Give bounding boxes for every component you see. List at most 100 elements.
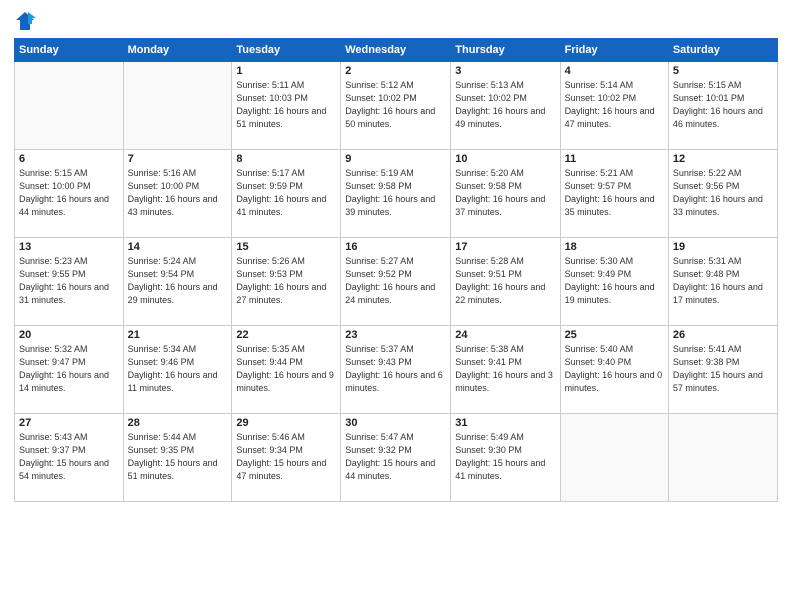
calendar-week-row: 20Sunrise: 5:32 AM Sunset: 9:47 PM Dayli… [15,326,778,414]
table-row: 31 Sunrise: 5:49 AM Sunset: 9:30 PM Dayli… [451,414,560,502]
calendar-header-row: Sunday Monday Tuesday Wednesday Thursday… [15,39,778,62]
day-info: Sunrise: 5:28 AM Sunset: 9:51 PM Dayligh… [455,255,555,307]
day-info: Sunrise: 5:47 AM Sunset: 9:32 PM Dayligh… [345,431,446,483]
table-row: 29 Sunrise: 5:46 AM Sunset: 9:34 PM Dayli… [232,414,341,502]
day-info: Sunrise: 5:49 AM Sunset: 9:30 PM Dayligh… [455,431,555,483]
day-info: Sunrise: 5:26 AM Sunset: 9:53 PM Dayligh… [236,255,336,307]
col-wednesday: Wednesday [341,39,451,62]
day-info: Sunrise: 5:37 AM Sunset: 9:43 PM Dayligh… [345,343,446,395]
table-row: 23 Sunrise: 5:37 AM Sunset: 9:43 PM Dayli… [341,326,451,414]
day-number: 16 [345,241,446,253]
day-number: 28 [128,417,228,429]
table-row: 27Sunrise: 5:43 AM Sunset: 9:37 PM Dayli… [15,414,124,502]
day-number: 4 [565,65,664,77]
table-row: 19 Sunrise: 5:31 AM Sunset: 9:48 PM Dayli… [668,238,777,326]
col-saturday: Saturday [668,39,777,62]
table-row: 1 Sunrise: 5:11 AM Sunset: 10:03 PM Dayli… [232,62,341,150]
table-row: 12 Sunrise: 5:22 AM Sunset: 9:56 PM Dayli… [668,150,777,238]
day-info: Sunrise: 5:30 AM Sunset: 9:49 PM Dayligh… [565,255,664,307]
table-row [123,62,232,150]
day-info: Sunrise: 5:15 AM Sunset: 10:01 PM Daylig… [673,79,773,131]
day-info: Sunrise: 5:20 AM Sunset: 9:58 PM Dayligh… [455,167,555,219]
table-row: 8 Sunrise: 5:17 AM Sunset: 9:59 PM Daylig… [232,150,341,238]
table-row: 10 Sunrise: 5:20 AM Sunset: 9:58 PM Dayli… [451,150,560,238]
day-number: 7 [128,153,228,165]
day-info: Sunrise: 5:27 AM Sunset: 9:52 PM Dayligh… [345,255,446,307]
day-number: 1 [236,65,336,77]
day-number: 5 [673,65,773,77]
table-row [560,414,668,502]
day-info: Sunrise: 5:38 AM Sunset: 9:41 PM Dayligh… [455,343,555,395]
day-info: Sunrise: 5:16 AM Sunset: 10:00 PM Daylig… [128,167,228,219]
day-info: Sunrise: 5:15 AM Sunset: 10:00 PM Daylig… [19,167,119,219]
day-number: 12 [673,153,773,165]
table-row: 25Sunrise: 5:40 AM Sunset: 9:40 PM Dayli… [560,326,668,414]
table-row: 17 Sunrise: 5:28 AM Sunset: 9:51 PM Dayli… [451,238,560,326]
day-info: Sunrise: 5:21 AM Sunset: 9:57 PM Dayligh… [565,167,664,219]
table-row: 30 Sunrise: 5:47 AM Sunset: 9:32 PM Dayli… [341,414,451,502]
day-info: Sunrise: 5:32 AM Sunset: 9:47 PM Dayligh… [19,343,119,395]
day-number: 3 [455,65,555,77]
day-info: Sunrise: 5:14 AM Sunset: 10:02 PM Daylig… [565,79,664,131]
day-number: 26 [673,329,773,341]
table-row: 5 Sunrise: 5:15 AM Sunset: 10:01 PM Dayli… [668,62,777,150]
day-info: Sunrise: 5:40 AM Sunset: 9:40 PM Dayligh… [565,343,664,395]
table-row: 11 Sunrise: 5:21 AM Sunset: 9:57 PM Dayli… [560,150,668,238]
day-number: 21 [128,329,228,341]
calendar-week-row: 13 Sunrise: 5:23 AM Sunset: 9:55 PM Dayli… [15,238,778,326]
table-row: 22 Sunrise: 5:35 AM Sunset: 9:44 PM Dayli… [232,326,341,414]
day-info: Sunrise: 5:11 AM Sunset: 10:03 PM Daylig… [236,79,336,131]
day-info: Sunrise: 5:17 AM Sunset: 9:59 PM Dayligh… [236,167,336,219]
logo [14,10,40,32]
day-info: Sunrise: 5:46 AM Sunset: 9:34 PM Dayligh… [236,431,336,483]
table-row: 13 Sunrise: 5:23 AM Sunset: 9:55 PM Dayli… [15,238,124,326]
day-number: 2 [345,65,446,77]
logo-icon [14,10,36,32]
col-monday: Monday [123,39,232,62]
header [14,10,778,32]
table-row: 16 Sunrise: 5:27 AM Sunset: 9:52 PM Dayli… [341,238,451,326]
day-number: 22 [236,329,336,341]
table-row: 20Sunrise: 5:32 AM Sunset: 9:47 PM Dayli… [15,326,124,414]
table-row: 26 Sunrise: 5:41 AM Sunset: 9:38 PM Dayli… [668,326,777,414]
day-number: 30 [345,417,446,429]
day-info: Sunrise: 5:41 AM Sunset: 9:38 PM Dayligh… [673,343,773,395]
day-number: 19 [673,241,773,253]
table-row: 3 Sunrise: 5:13 AM Sunset: 10:02 PM Dayli… [451,62,560,150]
day-number: 31 [455,417,555,429]
day-number: 27 [19,417,119,429]
day-info: Sunrise: 5:22 AM Sunset: 9:56 PM Dayligh… [673,167,773,219]
day-info: Sunrise: 5:23 AM Sunset: 9:55 PM Dayligh… [19,255,119,307]
calendar-week-row: 27Sunrise: 5:43 AM Sunset: 9:37 PM Dayli… [15,414,778,502]
col-thursday: Thursday [451,39,560,62]
col-sunday: Sunday [15,39,124,62]
day-number: 29 [236,417,336,429]
day-info: Sunrise: 5:19 AM Sunset: 9:58 PM Dayligh… [345,167,446,219]
table-row: 21 Sunrise: 5:34 AM Sunset: 9:46 PM Dayli… [123,326,232,414]
table-row: 4 Sunrise: 5:14 AM Sunset: 10:02 PM Dayli… [560,62,668,150]
day-number: 14 [128,241,228,253]
day-info: Sunrise: 5:31 AM Sunset: 9:48 PM Dayligh… [673,255,773,307]
day-info: Sunrise: 5:24 AM Sunset: 9:54 PM Dayligh… [128,255,228,307]
day-number: 13 [19,241,119,253]
page: Sunday Monday Tuesday Wednesday Thursday… [0,0,792,612]
calendar-table: Sunday Monday Tuesday Wednesday Thursday… [14,38,778,502]
table-row: 24Sunrise: 5:38 AM Sunset: 9:41 PM Dayli… [451,326,560,414]
table-row: 6Sunrise: 5:15 AM Sunset: 10:00 PM Dayli… [15,150,124,238]
day-info: Sunrise: 5:12 AM Sunset: 10:02 PM Daylig… [345,79,446,131]
day-info: Sunrise: 5:44 AM Sunset: 9:35 PM Dayligh… [128,431,228,483]
day-number: 11 [565,153,664,165]
day-number: 17 [455,241,555,253]
day-info: Sunrise: 5:13 AM Sunset: 10:02 PM Daylig… [455,79,555,131]
col-friday: Friday [560,39,668,62]
day-number: 8 [236,153,336,165]
day-number: 23 [345,329,446,341]
col-tuesday: Tuesday [232,39,341,62]
table-row: 28 Sunrise: 5:44 AM Sunset: 9:35 PM Dayli… [123,414,232,502]
day-number: 10 [455,153,555,165]
table-row [15,62,124,150]
table-row: 18Sunrise: 5:30 AM Sunset: 9:49 PM Dayli… [560,238,668,326]
day-info: Sunrise: 5:35 AM Sunset: 9:44 PM Dayligh… [236,343,336,395]
day-info: Sunrise: 5:34 AM Sunset: 9:46 PM Dayligh… [128,343,228,395]
day-number: 15 [236,241,336,253]
